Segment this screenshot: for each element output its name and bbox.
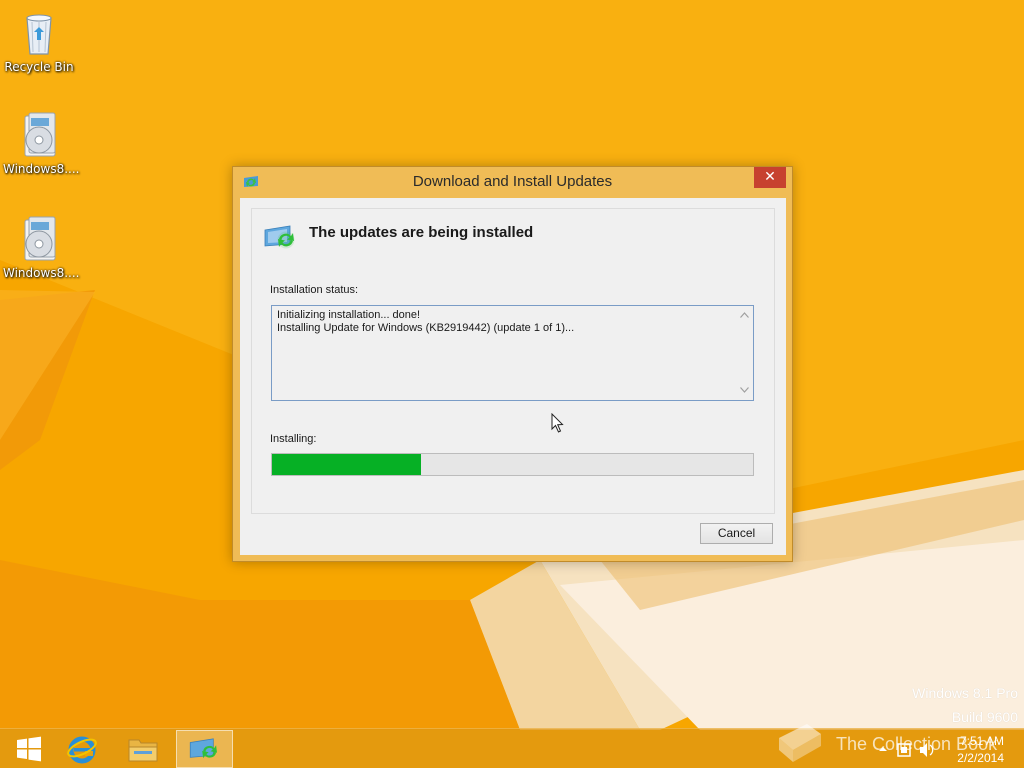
windows-update-icon [264, 225, 295, 249]
folder-icon [128, 739, 157, 762]
dialog-heading: The updates are being installed [309, 224, 534, 241]
scroll-down-arrow-icon[interactable] [740, 387, 749, 393]
cancel-button[interactable]: Cancel [700, 523, 773, 544]
start-button[interactable] [0, 730, 57, 768]
system-tray-icons[interactable] [876, 729, 938, 768]
dialog-client-area: The updates are being installed Installa… [240, 198, 786, 555]
book-watermark-icon [779, 724, 821, 762]
desktop-icon-windows8-1[interactable]: Windows8.... [3, 110, 80, 176]
dialog-titlebar[interactable]: Download and Install Updates ✕ [233, 167, 792, 197]
windows-update-icon [189, 738, 217, 759]
scroll-up-arrow-icon[interactable] [740, 312, 749, 318]
windows-update-taskbar-button[interactable] [176, 730, 233, 768]
close-button[interactable]: ✕ [754, 167, 786, 188]
mouse-cursor-icon [551, 413, 564, 433]
clock-date[interactable]: 2/2/2014 [957, 751, 1004, 765]
dialog-title: Download and Install Updates [412, 173, 613, 190]
clock-time[interactable]: 7:51 AM [960, 734, 1004, 748]
progress-fill [272, 454, 422, 475]
desktop-icon-label: Recycle Bin [4, 60, 74, 74]
disc-image-icon [24, 216, 56, 261]
install-progress-bar [271, 453, 754, 476]
update-dialog: Download and Install Updates ✕ The updat… [232, 166, 793, 562]
installation-log[interactable]: Initializing installation... done! Insta… [271, 305, 754, 401]
volume-icon [920, 743, 927, 757]
recycle-bin-icon [26, 14, 52, 55]
desktop-icon-recycle-bin[interactable]: Recycle Bin [3, 8, 75, 74]
windows-build-watermark: Build 9600 [951, 709, 1018, 725]
log-line: Initializing installation... done! [277, 309, 421, 321]
close-icon: ✕ [764, 169, 776, 185]
internet-explorer-icon [66, 736, 97, 764]
log-line: Installing Update for Windows (KB2919442… [277, 322, 575, 334]
installation-status-label: Installation status: [270, 284, 359, 296]
desktop-icon-label: Windows8.... [3, 162, 80, 176]
taskbar: The Collection Book 7:51 AM 2/2/2014 [0, 724, 1024, 768]
disc-image-icon [24, 112, 56, 157]
windows-logo-icon [16, 736, 41, 762]
log-scrollbar[interactable] [736, 306, 753, 400]
dialog-content-panel: The updates are being installed Installa… [251, 208, 775, 514]
installing-label: Installing: [270, 433, 317, 445]
file-explorer-button[interactable] [114, 730, 171, 768]
desktop-icon-label: Windows8.... [3, 266, 80, 280]
windows-edition-watermark: Windows 8.1 Pro [912, 685, 1018, 701]
internet-explorer-button[interactable] [53, 730, 110, 768]
show-hidden-icons-icon [879, 747, 887, 751]
desktop-icon-windows8-2[interactable]: Windows8.... [3, 214, 80, 280]
